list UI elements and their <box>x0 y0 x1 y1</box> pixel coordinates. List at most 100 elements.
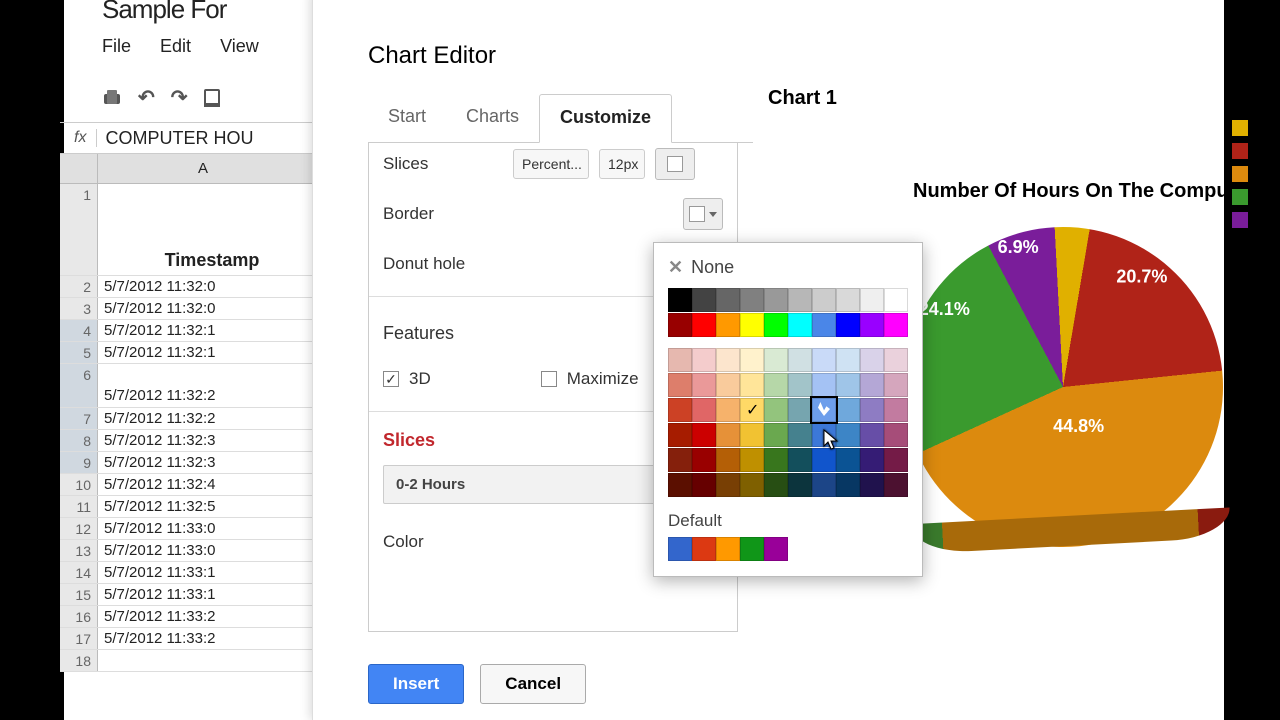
color-swatch[interactable] <box>860 373 884 397</box>
color-swatch[interactable] <box>836 348 860 372</box>
color-swatch[interactable] <box>764 348 788 372</box>
color-swatch[interactable] <box>884 398 908 422</box>
slice-text-color[interactable] <box>655 148 695 180</box>
color-swatch[interactable] <box>836 448 860 472</box>
legend-item[interactable]: 5 <box>1232 165 1264 182</box>
color-swatch[interactable] <box>740 423 764 447</box>
color-swatch[interactable] <box>884 288 908 312</box>
default-color-swatch[interactable] <box>740 537 764 561</box>
legend-item[interactable]: 1 <box>1232 188 1264 205</box>
color-swatch[interactable] <box>668 398 692 422</box>
color-swatch[interactable] <box>812 348 836 372</box>
color-swatch[interactable] <box>692 398 716 422</box>
color-swatch[interactable] <box>788 473 812 497</box>
color-swatch[interactable] <box>836 373 860 397</box>
color-swatch[interactable] <box>860 423 884 447</box>
doc-title[interactable]: Sample For <box>102 0 226 25</box>
color-swatch[interactable] <box>836 473 860 497</box>
color-swatch[interactable] <box>812 423 836 447</box>
cell-grid[interactable]: 1Timestamp25/7/2012 11:32:035/7/2012 11:… <box>60 184 320 672</box>
color-swatch[interactable] <box>692 448 716 472</box>
color-swatch[interactable] <box>884 423 908 447</box>
color-swatch[interactable] <box>764 313 788 337</box>
tab-customize[interactable]: Customize <box>539 94 672 143</box>
close-icon[interactable]: ✕ <box>668 257 683 278</box>
redo-icon[interactable]: ↷ <box>171 85 188 110</box>
color-swatch[interactable] <box>860 398 884 422</box>
color-swatch[interactable] <box>764 448 788 472</box>
cell[interactable]: 5/7/2012 11:32:0 <box>98 298 320 319</box>
color-swatch[interactable] <box>788 313 812 337</box>
color-swatch[interactable] <box>716 373 740 397</box>
color-swatch[interactable] <box>788 373 812 397</box>
tab-start[interactable]: Start <box>368 94 446 142</box>
paint-format-icon[interactable] <box>204 89 220 107</box>
column-header-A[interactable]: A <box>98 154 308 184</box>
cell[interactable]: 5/7/2012 11:32:0 <box>98 276 320 297</box>
legend-item[interactable]: 0 <box>1232 119 1264 136</box>
color-swatch[interactable] <box>788 348 812 372</box>
color-swatch[interactable] <box>716 313 740 337</box>
color-swatch[interactable] <box>740 448 764 472</box>
color-swatch[interactable] <box>812 373 836 397</box>
cell[interactable]: 5/7/2012 11:32:1 <box>98 342 320 363</box>
color-swatch[interactable] <box>836 398 860 422</box>
color-swatch[interactable] <box>692 288 716 312</box>
color-swatch[interactable] <box>836 423 860 447</box>
color-swatch[interactable] <box>692 313 716 337</box>
color-swatch[interactable] <box>860 448 884 472</box>
print-icon[interactable] <box>102 88 122 108</box>
color-swatch[interactable] <box>764 288 788 312</box>
color-swatch[interactable] <box>716 448 740 472</box>
cell[interactable]: 5/7/2012 11:33:1 <box>98 562 320 583</box>
cell[interactable]: 5/7/2012 11:32:3 <box>98 452 320 473</box>
formula-bar[interactable]: fx COMPUTER HOU <box>60 122 320 154</box>
color-swatch[interactable] <box>788 398 812 422</box>
cell[interactable]: 5/7/2012 11:33:2 <box>98 606 320 627</box>
cell[interactable]: 5/7/2012 11:32:3 <box>98 430 320 451</box>
cell[interactable]: 5/7/2012 11:32:5 <box>98 496 320 517</box>
cell[interactable]: 5/7/2012 11:33:0 <box>98 518 320 539</box>
cell[interactable]: 5/7/2012 11:33:1 <box>98 584 320 605</box>
color-swatch[interactable] <box>668 448 692 472</box>
color-swatch[interactable] <box>668 423 692 447</box>
color-swatch[interactable] <box>764 398 788 422</box>
3d-checkbox[interactable]: ✓ <box>383 371 399 387</box>
undo-icon[interactable]: ↶ <box>138 85 155 110</box>
color-swatch[interactable] <box>812 473 836 497</box>
color-swatch[interactable] <box>692 423 716 447</box>
menu-view[interactable]: View <box>220 36 259 56</box>
insert-button[interactable]: Insert <box>368 664 464 704</box>
default-color-swatch[interactable] <box>692 537 716 561</box>
color-swatch[interactable] <box>884 373 908 397</box>
color-swatch[interactable] <box>860 288 884 312</box>
color-swatch[interactable] <box>692 348 716 372</box>
slice-format-combo[interactable]: Percent... <box>513 149 589 179</box>
maximize-checkbox[interactable] <box>541 371 557 387</box>
color-swatch[interactable] <box>692 373 716 397</box>
color-swatch[interactable] <box>788 423 812 447</box>
color-swatch[interactable] <box>740 473 764 497</box>
default-color-swatch[interactable] <box>764 537 788 561</box>
color-swatch[interactable] <box>764 373 788 397</box>
cancel-button[interactable]: Cancel <box>480 664 586 704</box>
color-swatch[interactable] <box>740 288 764 312</box>
cell[interactable]: 5/7/2012 11:32:2 <box>98 408 320 429</box>
cell[interactable]: 5/7/2012 11:32:4 <box>98 474 320 495</box>
default-color-swatch[interactable] <box>668 537 692 561</box>
color-swatch[interactable] <box>668 288 692 312</box>
color-swatch[interactable] <box>884 348 908 372</box>
legend-item[interactable]: 2 <box>1232 142 1264 159</box>
color-swatch[interactable] <box>716 288 740 312</box>
header-cell[interactable]: Timestamp <box>98 184 320 275</box>
color-swatch[interactable] <box>716 398 740 422</box>
color-swatch[interactable] <box>884 313 908 337</box>
color-swatch[interactable] <box>716 473 740 497</box>
color-swatch[interactable] <box>740 348 764 372</box>
color-swatch[interactable] <box>668 473 692 497</box>
color-swatch[interactable] <box>860 348 884 372</box>
color-swatch[interactable] <box>836 288 860 312</box>
menu-file[interactable]: File <box>102 36 131 56</box>
color-swatch[interactable] <box>836 313 860 337</box>
color-swatch[interactable] <box>764 423 788 447</box>
